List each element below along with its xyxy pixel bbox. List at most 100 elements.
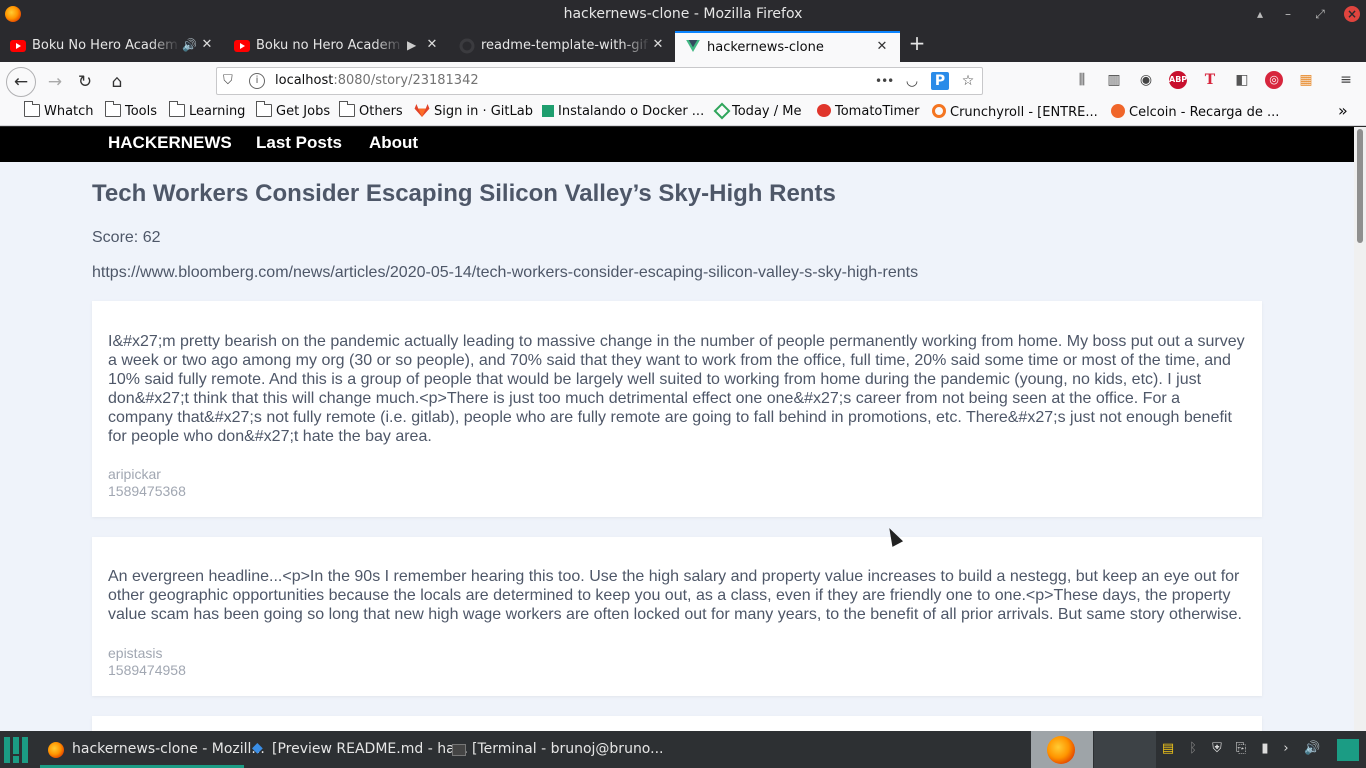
desktop-taskbar: hackernews-clone - Mozill... ◆ [Preview …	[0, 731, 1366, 768]
bookmarks-toolbar: Whatch Tools Learning Get Jobs Others Si…	[0, 100, 1366, 126]
adblock-plus-icon[interactable]: ABP	[1169, 71, 1187, 89]
account-icon[interactable]: ◉	[1137, 71, 1155, 89]
youtube-icon	[10, 40, 26, 52]
window-minimize-icon[interactable]: –	[1280, 6, 1296, 22]
comment-author: epistasis	[108, 645, 163, 661]
github-icon	[459, 38, 475, 54]
privacy-badger-icon[interactable]: ◧	[1233, 71, 1251, 89]
play-icon[interactable]: ▶	[407, 38, 421, 52]
folder-icon	[339, 101, 355, 117]
folder-icon	[105, 101, 121, 117]
firefox-icon	[48, 742, 64, 758]
page-scrollbar[interactable]	[1354, 127, 1366, 731]
gitlab-icon	[414, 104, 430, 117]
page-content: HACKERNEWS Last Posts About Tech Workers…	[0, 127, 1354, 731]
comment-text: An evergreen headline...<p>In the 90s I …	[108, 568, 1242, 623]
story-score: Score: 62	[92, 229, 161, 246]
tab-close-icon[interactable]: ✕	[874, 39, 890, 55]
clipboard-icon[interactable]: ⎘	[1233, 741, 1249, 757]
volume-icon[interactable]: 🔊	[1304, 741, 1320, 757]
show-desktop-icon[interactable]	[1337, 739, 1359, 761]
nav-last-posts-link[interactable]: Last Posts	[256, 133, 342, 153]
bookmark-star-icon[interactable]: ☆	[959, 72, 977, 90]
folder-icon	[169, 101, 185, 117]
tab-readme-template[interactable]: readme-template-with-gif ✕	[449, 31, 674, 62]
window-maximize-icon[interactable]: ⤢	[1312, 6, 1328, 22]
hamburger-menu-icon[interactable]: ≡	[1337, 71, 1355, 89]
vscode-icon: ◆	[252, 740, 263, 756]
sidebar-icon[interactable]: ▥	[1105, 71, 1123, 89]
tomato-icon	[817, 104, 831, 117]
bookmarks-overflow-icon[interactable]: »	[1338, 101, 1348, 120]
translate-t-icon[interactable]: T	[1201, 71, 1219, 89]
taskbar-item-firefox[interactable]: hackernews-clone - Mozill...	[40, 731, 265, 768]
nav-about-link[interactable]: About	[369, 133, 418, 153]
notes-icon[interactable]: ▤	[1160, 741, 1176, 757]
comment-time: 1589474958	[108, 662, 186, 678]
forward-arrow-icon[interactable]: →	[42, 69, 68, 95]
comment-card: I&#x27;m pretty bearish on the pandemic …	[92, 301, 1262, 517]
speaker-icon[interactable]: 🔊	[182, 38, 197, 52]
folder-icon	[24, 101, 40, 117]
pocket-icon[interactable]: ◡	[903, 72, 921, 90]
ublock-icon[interactable]: ◎	[1265, 71, 1283, 89]
bookmark-tomatotimer[interactable]: TomatoTimer	[817, 104, 920, 119]
battery-icon[interactable]: ▮	[1257, 741, 1273, 757]
site-info-icon[interactable]: i	[249, 73, 265, 89]
terminal-icon	[452, 744, 466, 756]
comment-time: 1589475368	[108, 483, 186, 499]
taskbar-item-terminal[interactable]: [Terminal - brunoj@bruno...	[444, 731, 663, 768]
url-bar[interactable]: ⛉ i localhost:8080/story/23181342 ••• ◡ …	[216, 67, 983, 95]
tab-hackernews-clone[interactable]: hackernews-clone ✕	[675, 31, 900, 62]
workspace-1[interactable]	[1031, 731, 1093, 768]
window-close-icon[interactable]: ×	[1344, 6, 1360, 22]
manjaro-menu-icon[interactable]	[4, 737, 30, 763]
bookmark-folder-whatch[interactable]: Whatch	[24, 101, 94, 119]
bluetooth-icon[interactable]: ᛒ	[1185, 741, 1201, 757]
bookmark-celcoin[interactable]: Celcoin - Recarga de ...	[1111, 104, 1279, 120]
story-title: Tech Workers Consider Escaping Silicon V…	[92, 180, 836, 207]
bookmark-folder-tools[interactable]: Tools	[105, 101, 157, 119]
extension-p-icon[interactable]: P	[931, 72, 949, 90]
security-shield-icon[interactable]: ⛨	[1209, 741, 1225, 757]
tab-close-icon[interactable]: ✕	[199, 37, 215, 53]
scrollbar-thumb[interactable]	[1357, 129, 1363, 243]
tab-boku-no-hero-2[interactable]: Boku no Hero Academia ▶ ✕	[224, 31, 448, 62]
tracking-shield-icon[interactable]: ⛉	[223, 73, 239, 89]
tab-close-icon[interactable]: ✕	[650, 37, 666, 53]
bookmark-docker[interactable]: Instalando o Docker ...	[542, 104, 704, 119]
bookmark-today[interactable]: Today / Me	[713, 102, 801, 120]
workspace-2[interactable]	[1094, 731, 1156, 768]
crunchyroll-icon	[932, 104, 946, 118]
comment-author: aripickar	[108, 466, 161, 482]
app-header: HACKERNEWS Last Posts About	[0, 127, 1354, 162]
rss-icon[interactable]: ▦	[1297, 71, 1315, 89]
tab-close-icon[interactable]: ✕	[424, 37, 440, 53]
back-arrow-icon[interactable]: ←	[6, 67, 36, 97]
tab-boku-no-hero-1[interactable]: Boku No Hero Academia 🔊 ✕	[0, 31, 223, 62]
navigation-toolbar: ← → ↻ ⌂ ⛉ i localhost:8080/story/2318134…	[0, 62, 1366, 100]
bookmark-folder-others[interactable]: Others	[339, 101, 403, 119]
bookmark-gitlab[interactable]: Sign in · GitLab	[414, 104, 533, 119]
new-tab-icon[interactable]: +	[906, 32, 928, 54]
docker-icon	[542, 105, 554, 117]
celcoin-icon	[1111, 104, 1125, 118]
home-icon[interactable]: ⌂	[104, 69, 130, 95]
bookmark-crunchyroll[interactable]: Crunchyroll - [ENTRE...	[932, 104, 1098, 120]
page-actions-icon[interactable]: •••	[875, 72, 894, 90]
today-icon	[713, 102, 731, 120]
firefox-icon	[1047, 736, 1075, 764]
window-shade-icon[interactable]: ▴	[1252, 6, 1268, 22]
comment-card	[92, 716, 1262, 731]
tray-expand-icon[interactable]: ›	[1278, 741, 1294, 757]
taskbar-item-vscode[interactable]: ◆ [Preview README.md - ha...	[244, 731, 468, 768]
bookmark-folder-get-jobs[interactable]: Get Jobs	[256, 101, 330, 119]
reload-icon[interactable]: ↻	[72, 69, 98, 95]
nav-brand-link[interactable]: HACKERNEWS	[108, 133, 232, 153]
story-url[interactable]: https://www.bloomberg.com/news/articles/…	[92, 264, 918, 282]
window-titlebar: hackernews-clone - Mozilla Firefox ▴ – ⤢…	[0, 0, 1366, 29]
url-text[interactable]: localhost:8080/story/23181342	[275, 73, 479, 88]
library-icon[interactable]: ⫼	[1073, 71, 1091, 89]
bookmark-folder-learning[interactable]: Learning	[169, 101, 245, 119]
youtube-icon	[234, 40, 250, 52]
